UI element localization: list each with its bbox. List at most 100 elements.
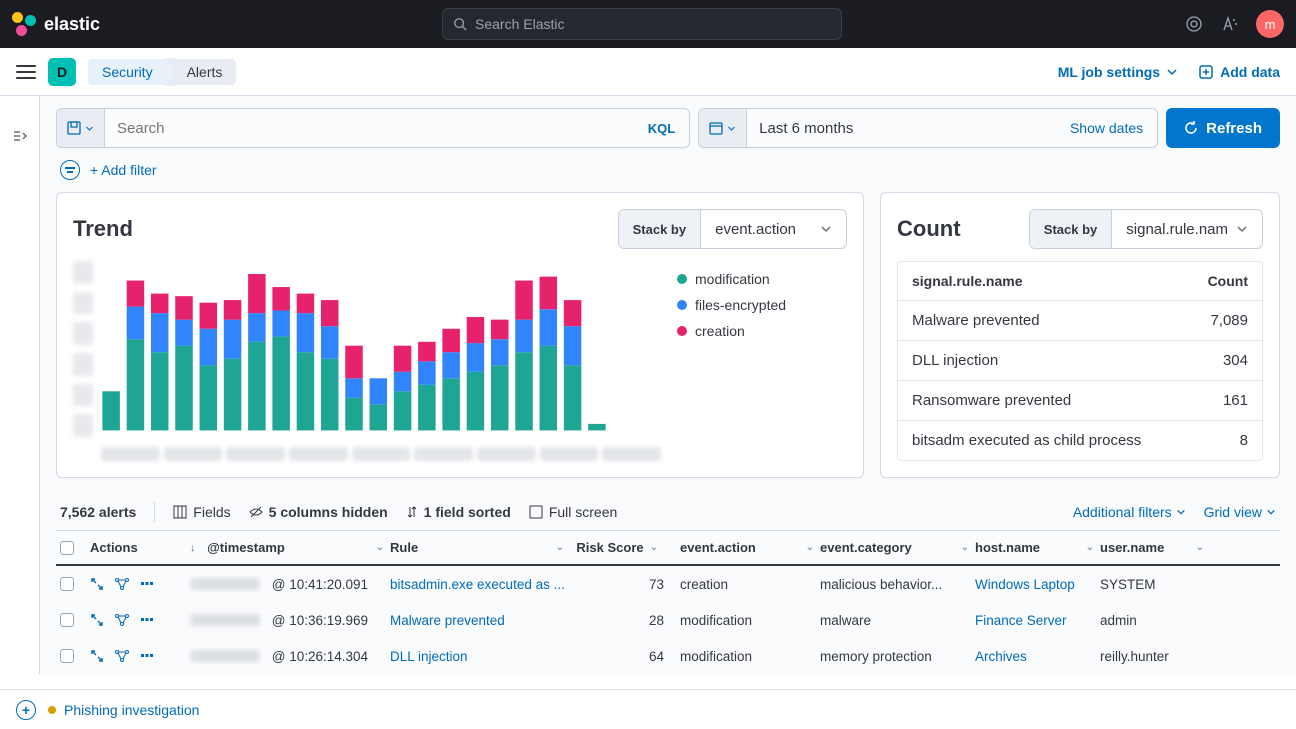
saved-query-button[interactable]: [57, 109, 105, 147]
space-selector[interactable]: D: [48, 58, 76, 86]
expand-icon[interactable]: [90, 613, 104, 627]
analyze-icon[interactable]: [114, 613, 130, 627]
event-action: modification: [680, 649, 820, 664]
table-row: @ 10:26:14.304 DLL injection 64 modifica…: [56, 638, 1280, 674]
show-dates-button[interactable]: Show dates: [1056, 109, 1157, 147]
col-rule[interactable]: Rule⌄: [390, 540, 570, 555]
rule-name: bitsadm executed as child process: [912, 432, 1141, 449]
timeline-item[interactable]: Phishing investigation: [48, 702, 199, 718]
legend-label: modification: [695, 271, 770, 287]
event-action: creation: [680, 577, 820, 592]
alerts-count: 7,562 alerts: [60, 504, 136, 520]
stackby-value[interactable]: signal.rule.nam: [1112, 210, 1262, 248]
additional-filters-button[interactable]: Additional filters: [1073, 504, 1186, 520]
count-title: Count: [897, 216, 961, 242]
col-event-category[interactable]: event.category⌄: [820, 540, 975, 555]
filter-bar: + Add filter: [56, 148, 1280, 192]
count-row[interactable]: Malware prevented7,089: [898, 301, 1262, 341]
timestamp-text: @ 10:41:20.091: [272, 577, 368, 592]
more-icon[interactable]: [140, 649, 154, 663]
count-row[interactable]: Ransomware prevented161: [898, 381, 1262, 421]
refresh-icon: [1184, 121, 1198, 135]
panels-row: Trend Stack by event.action: [56, 192, 1280, 478]
fields-button[interactable]: Fields: [173, 504, 230, 520]
count-row[interactable]: DLL injection 304: [898, 341, 1262, 381]
event-category: memory protection: [820, 649, 975, 664]
global-search-placeholder: Search Elastic: [475, 16, 564, 32]
expand-icon[interactable]: [12, 128, 28, 144]
more-icon[interactable]: [140, 613, 154, 627]
breadcrumb-app[interactable]: Security: [88, 59, 165, 85]
newsfeed-icon[interactable]: [1184, 14, 1204, 34]
trend-stackby[interactable]: Stack by event.action: [618, 209, 847, 249]
host-link[interactable]: Finance Server: [975, 613, 1067, 628]
trend-title: Trend: [73, 216, 133, 242]
eye-off-icon: [249, 505, 263, 519]
add-filter-button[interactable]: + Add filter: [90, 162, 157, 178]
event-category: malicious behavior...: [820, 577, 975, 592]
sort-button[interactable]: 1 field sorted: [406, 504, 511, 520]
host-link[interactable]: Archives: [975, 649, 1027, 664]
legend-label: files-encrypted: [695, 297, 786, 313]
breadcrumb-separator: [165, 58, 175, 86]
chevron-down-icon: [1166, 66, 1178, 78]
row-checkbox[interactable]: [60, 649, 74, 663]
row-checkbox[interactable]: [60, 577, 74, 591]
chevron-down-icon: [727, 124, 736, 133]
analyze-icon[interactable]: [114, 649, 130, 663]
ml-job-settings-button[interactable]: ML job settings: [1058, 64, 1178, 80]
page-content: KQL Last 6 months Show dates Refresh + A…: [40, 96, 1296, 674]
select-all-checkbox[interactable]: [60, 541, 74, 555]
analyze-icon[interactable]: [114, 577, 130, 591]
row-checkbox[interactable]: [60, 613, 74, 627]
add-data-button[interactable]: Add data: [1198, 64, 1280, 80]
expand-icon[interactable]: [90, 577, 104, 591]
grid-view-button[interactable]: Grid view: [1204, 504, 1276, 520]
col-risk[interactable]: Risk Score⌄: [570, 540, 680, 555]
query-input-group: KQL: [56, 108, 690, 148]
legend-item[interactable]: files-encrypted: [677, 297, 847, 313]
legend-item[interactable]: creation: [677, 323, 847, 339]
rule-count: 304: [1223, 352, 1248, 369]
user-avatar[interactable]: m: [1256, 10, 1284, 38]
expand-icon[interactable]: [90, 649, 104, 663]
kql-search-input[interactable]: [105, 109, 634, 147]
host-link[interactable]: Windows Laptop: [975, 577, 1075, 592]
rule-link[interactable]: DLL injection: [390, 649, 468, 664]
chevron-down-icon: [820, 223, 832, 235]
rule-link[interactable]: bitsadmin.exe executed as ...: [390, 577, 565, 592]
add-data-icon: [1198, 64, 1214, 80]
columns-icon: [173, 505, 187, 519]
rule-name: DLL injection: [912, 352, 998, 369]
stackby-value[interactable]: event.action: [701, 210, 846, 248]
date-picker-button[interactable]: [699, 109, 747, 147]
legend-item[interactable]: modification: [677, 271, 847, 287]
fullscreen-button[interactable]: Full screen: [529, 504, 617, 520]
col-event-action[interactable]: event.action⌄: [680, 540, 820, 555]
refresh-button[interactable]: Refresh: [1166, 108, 1280, 148]
col-user[interactable]: user.name⌄: [1100, 540, 1210, 555]
rule-link[interactable]: Malware prevented: [390, 613, 505, 628]
col-host[interactable]: host.name⌄: [975, 540, 1100, 555]
add-timeline-button[interactable]: +: [16, 700, 36, 720]
kql-toggle[interactable]: KQL: [634, 109, 689, 147]
date-picker[interactable]: Last 6 months Show dates: [698, 108, 1158, 148]
col-timestamp[interactable]: ↓ @timestamp⌄: [190, 540, 390, 555]
table-row: @ 10:41:20.091 bitsadmin.exe executed as…: [56, 566, 1280, 602]
breadcrumb-page: Alerts: [175, 59, 237, 85]
more-icon[interactable]: [140, 577, 154, 591]
header-right: m: [1184, 10, 1284, 38]
count-row[interactable]: bitsadm executed as child process8: [898, 421, 1262, 460]
help-icon[interactable]: [1220, 14, 1240, 34]
stackby-label: Stack by: [1030, 210, 1112, 248]
count-stackby[interactable]: Stack by signal.rule.nam: [1029, 209, 1263, 249]
columns-hidden-button[interactable]: 5 columns hidden: [249, 504, 388, 520]
nav-toggle-icon[interactable]: [16, 65, 36, 79]
user-name: admin: [1100, 613, 1210, 628]
global-search[interactable]: Search Elastic: [442, 8, 842, 40]
elastic-logo[interactable]: elastic: [12, 12, 100, 36]
chevron-down-icon: [1236, 223, 1248, 235]
trend-panel: Trend Stack by event.action: [56, 192, 864, 478]
filter-options-icon[interactable]: [60, 160, 80, 180]
rule-name: Ransomware prevented: [912, 392, 1071, 409]
